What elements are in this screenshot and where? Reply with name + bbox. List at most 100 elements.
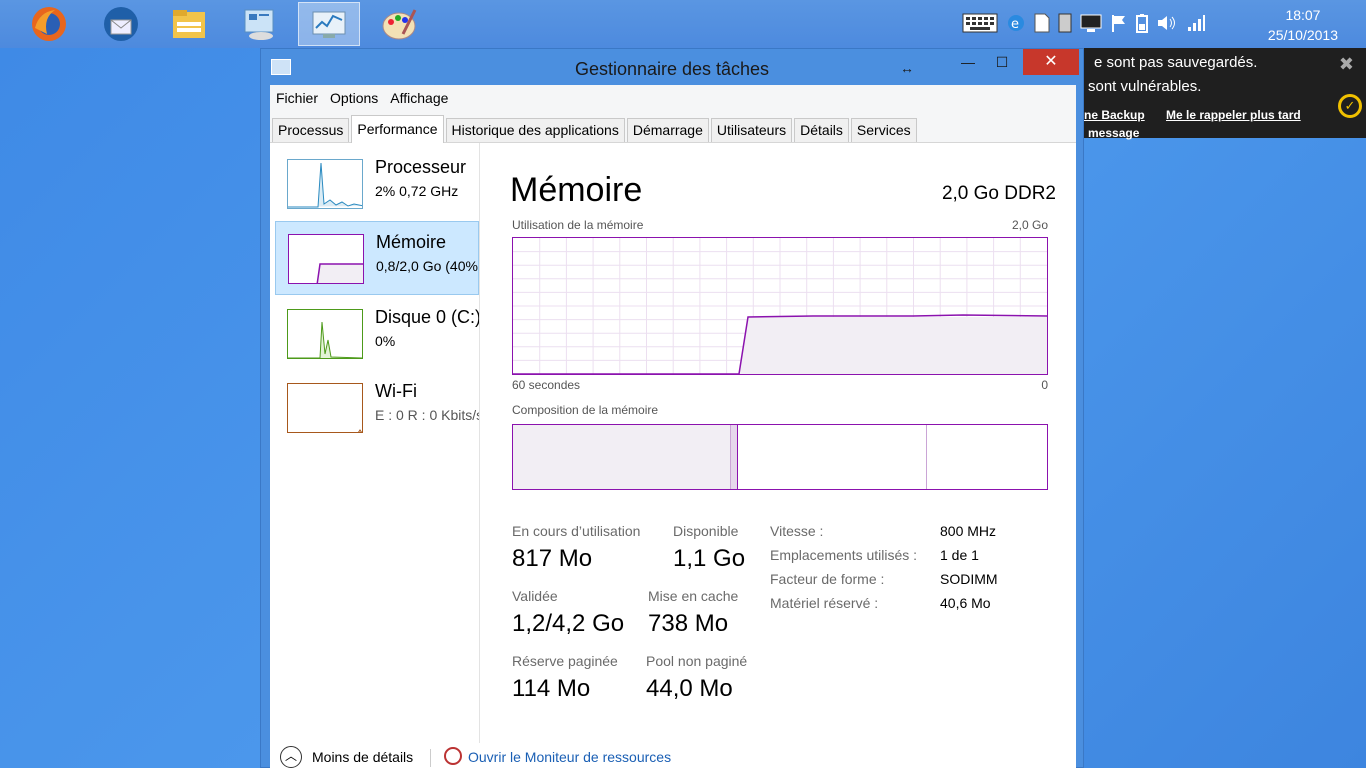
tab-historique[interactable]: Historique des applications	[445, 118, 625, 142]
sidebar-item-value: E : 0 R : 0 Kbits/s	[375, 407, 479, 423]
svg-text:e: e	[1011, 17, 1019, 32]
paint-icon[interactable]	[368, 2, 430, 46]
less-details-link[interactable]: Moins de détails	[312, 749, 413, 765]
nonpaged-pool-value: 44,0 Mo	[646, 675, 733, 702]
disk-thumbnail	[287, 309, 363, 359]
system-tray: e	[958, 0, 1210, 48]
memory-thumbnail	[288, 234, 364, 284]
thunderbird-icon[interactable]	[90, 2, 152, 46]
nonpaged-pool-label: Pool non paginé	[646, 653, 748, 669]
menu-fichier[interactable]: Fichier	[276, 90, 318, 106]
axis-left-label: 60 secondes	[512, 378, 581, 392]
task-manager-icon[interactable]	[298, 2, 360, 46]
resize-arrows-icon: ↔	[900, 60, 914, 76]
sidebar-item-label: Disque 0 (C:)	[375, 307, 479, 327]
slots-used-value: 1 de 1	[940, 547, 979, 563]
in-use-value: 817 Mo	[512, 545, 593, 572]
task-manager-window: Gestionnaire des tâches ↔ — ☐ ✕ Fichier …	[260, 48, 1084, 768]
flag-icon[interactable]	[1110, 13, 1128, 36]
memory-usage-graph	[512, 237, 1048, 375]
notification-line-3: message	[1088, 126, 1140, 140]
monitor-icon[interactable]	[1080, 13, 1102, 36]
form-factor-value: SODIMM	[940, 571, 998, 587]
composition-label: Composition de la mémoire	[512, 403, 659, 417]
menu-bar: Fichier Options Affichage	[270, 85, 1076, 111]
wifi-signal-icon[interactable]	[1186, 13, 1206, 36]
explorer-folder-icon[interactable]	[158, 2, 220, 46]
backup-link[interactable]: ne Backup	[1084, 108, 1145, 122]
sidebar-item-processeur[interactable]: Processeur 2% 0,72 GHz	[275, 147, 479, 221]
usage-graph-label: Utilisation de la mémoire	[512, 218, 644, 232]
control-panel-icon[interactable]	[228, 2, 290, 46]
memory-composition-bar	[512, 424, 1048, 490]
menu-options[interactable]: Options	[330, 90, 378, 106]
resource-monitor-icon	[444, 747, 462, 765]
resource-monitor-link[interactable]: Ouvrir le Moniteur de ressources	[468, 749, 671, 765]
sidebar-item-value: 0%	[375, 333, 396, 349]
norton-check-icon: ✓	[1338, 94, 1362, 118]
committed-value: 1,2/4,2 Go	[512, 610, 625, 637]
sidebar-item-wifi[interactable]: Wi-Fi E : 0 R : 0 Kbits/s	[275, 371, 479, 445]
close-button[interactable]: ✕	[1023, 49, 1079, 75]
sidebar-item-disque[interactable]: Disque 0 (C:) 0%	[275, 297, 479, 371]
close-icon[interactable]: ✖	[1339, 54, 1354, 75]
paged-pool-value: 114 Mo	[512, 675, 591, 702]
composition-standby-divider	[926, 425, 927, 489]
page-title: Mémoire	[510, 171, 643, 209]
title-bar[interactable]: Gestionnaire des tâches ↔ — ☐ ✕	[261, 49, 1083, 85]
memory-type: 2,0 Go DDR2	[941, 183, 1056, 204]
cpu-thumbnail	[287, 159, 363, 209]
tab-services[interactable]: Services	[850, 118, 917, 142]
cached-value: 738 Mo	[648, 610, 729, 637]
slots-used-label: Emplacements utilisés :	[770, 547, 918, 563]
cached-label: Mise en cache	[648, 588, 739, 604]
axis-right-label: 0	[1041, 378, 1048, 392]
window-client: Fichier Options Affichage Processus Perf…	[270, 85, 1076, 768]
tab-utilisateurs[interactable]: Utilisateurs	[710, 118, 793, 142]
ie-icon[interactable]: e	[1006, 13, 1026, 36]
memory-details-pane: Mémoire 2,0 Go DDR2 Utilisation de la mé…	[502, 143, 1062, 743]
footer: ︿ Moins de détails Ouvrir le Moniteur de…	[270, 745, 1076, 768]
sidebar-item-value: 2% 0,72 GHz	[375, 183, 459, 199]
in-use-label: En cours d’utilisation	[512, 523, 641, 539]
clock-time: 18:07	[1285, 7, 1321, 23]
speed-value: 800 MHz	[940, 523, 997, 539]
minimize-button[interactable]: —	[953, 49, 983, 75]
clock[interactable]: 18:07 25/10/2013	[1268, 5, 1338, 45]
hardware-reserved-value: 40,6 Mo	[940, 595, 991, 611]
clock-date: 25/10/2013	[1267, 27, 1338, 43]
resource-list: Processeur 2% 0,72 GHz Mémoire 0,8/2,0 G…	[270, 143, 480, 743]
tab-demarrage[interactable]: Démarrage	[626, 118, 709, 142]
server-icon[interactable]	[1058, 13, 1072, 36]
committed-label: Validée	[512, 588, 558, 604]
sidebar-item-memoire[interactable]: Mémoire 0,8/2,0 Go (40%)	[275, 221, 479, 295]
keyboard-icon[interactable]	[962, 12, 998, 37]
sidebar-item-label: Processeur	[375, 157, 467, 177]
volume-icon[interactable]	[1156, 13, 1178, 36]
tab-bar: Processus Performance Historique des app…	[270, 111, 1076, 143]
usage-area	[739, 317, 1047, 374]
paged-pool-label: Réserve paginée	[512, 653, 618, 669]
composition-in-use	[513, 425, 731, 489]
backup-notification: e sont pas sauvegardés. sont vulnérables…	[1084, 48, 1366, 140]
notification-line-1: e sont pas sauvegardés.	[1094, 54, 1258, 71]
document-icon[interactable]	[1034, 13, 1050, 36]
tab-details[interactable]: Détails	[794, 118, 849, 142]
composition-modified	[731, 425, 738, 489]
menu-affichage[interactable]: Affichage	[390, 90, 448, 106]
remind-later-link[interactable]: Me le rappeler plus tard	[1166, 108, 1301, 122]
maximize-button[interactable]: ☐	[987, 49, 1017, 75]
hardware-reserved-label: Matériel réservé :	[770, 595, 879, 611]
taskbar: e 18:07 25/10/2013	[0, 0, 1366, 48]
footer-divider	[430, 749, 431, 767]
form-factor-label: Facteur de forme :	[770, 571, 885, 587]
firefox-icon[interactable]	[18, 2, 80, 46]
battery-icon[interactable]	[1136, 13, 1148, 36]
tab-processus[interactable]: Processus	[272, 118, 350, 142]
usage-graph-max: 2,0 Go	[1011, 218, 1048, 232]
chevron-up-icon[interactable]: ︿	[280, 746, 302, 768]
sidebar-item-value: 0,8/2,0 Go (40%)	[376, 258, 478, 274]
tab-performance[interactable]: Performance	[351, 115, 444, 143]
notification-line-2: sont vulnérables.	[1088, 78, 1202, 95]
available-value: 1,1 Go	[673, 545, 746, 572]
